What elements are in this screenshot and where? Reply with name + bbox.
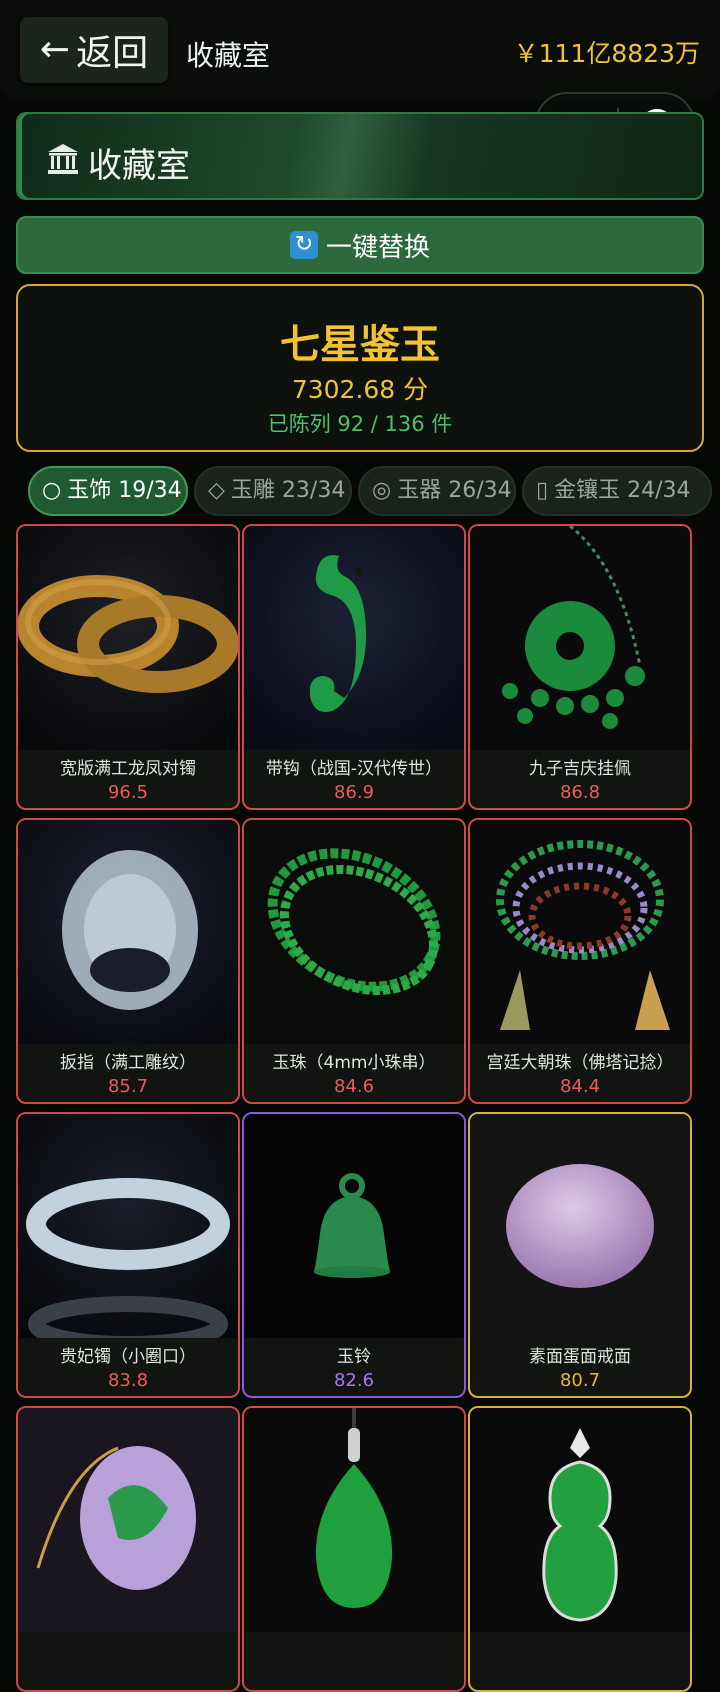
double-circle-icon: ◎ [372, 478, 392, 503]
cabochon-image [470, 1114, 690, 1338]
collection-item-card[interactable]: 宽版满工龙凤对镯 96.5 [16, 524, 240, 810]
item-score: 82.6 [333, 1370, 375, 1391]
collection-banner: 收藏室 [16, 112, 704, 200]
gourd-pendant-image [470, 1408, 690, 1632]
item-name: 扳指（满工雕纹） [60, 1053, 196, 1073]
collection-item-card[interactable]: 贵妃镯（小圈口） 83.8 [16, 1112, 240, 1398]
collection-item-card[interactable]: 宫廷大朝珠（佛塔记捻） 84.4 [468, 818, 692, 1104]
item-name: 宽版满工龙凤对镯 [60, 759, 196, 779]
item-score: 85.7 [107, 1076, 149, 1097]
banner-title: 收藏室 [88, 146, 190, 186]
item-score: 83.8 [107, 1370, 149, 1391]
thumb-ring-image [18, 820, 238, 1044]
belt-hook-image [244, 526, 464, 750]
item-score: 86.9 [333, 782, 375, 803]
circle-icon: ○ [42, 478, 62, 503]
jade-bell-image [244, 1114, 464, 1338]
collection-item-card[interactable] [16, 1406, 240, 1692]
tab-jade-vessels[interactable]: ◎ 玉器 26/34 [358, 466, 516, 516]
top-bar: ← 返回 收藏室 ￥111亿8823万 [0, 0, 720, 100]
item-name: 玉铃 [337, 1347, 371, 1367]
collection-item-card[interactable]: 玉珠（4mm小珠串） 84.6 [242, 818, 466, 1104]
diamond-icon: ◇ [208, 478, 225, 503]
dragon-pendant-image [18, 1408, 238, 1632]
court-beads-image [470, 820, 690, 1044]
score-summary-card: 七星鉴玉 7302.68 分 已陈列 92 / 136 件 [16, 284, 704, 452]
category-tabs: ○ 玉饰 19/34 ◇ 玉雕 23/34 ◎ 玉器 26/34 ▯ 金镶玉 24/34 [28, 466, 720, 516]
item-name: 贵妃镯（小圈口） [60, 1347, 196, 1367]
one-click-replace-button[interactable]: ↻ 一键替换 [16, 216, 704, 274]
item-score: 96.5 [107, 782, 149, 803]
item-score: 84.6 [333, 1076, 375, 1097]
item-name: 玉珠（4mm小珠串） [272, 1053, 436, 1073]
back-label: 返回 [76, 33, 149, 74]
back-button[interactable]: ← 返回 [20, 17, 168, 83]
teardrop-pendant-image [244, 1408, 464, 1632]
tab-jade-carvings[interactable]: ◇ 玉雕 23/34 [194, 466, 352, 516]
item-name: 带钩（战国-汉代传世） [265, 759, 443, 779]
collection-item-card[interactable]: 带钩（战国-汉代传世） 86.9 [242, 524, 466, 810]
total-score: 7302.68 分 [291, 375, 429, 404]
bead-strand-image [244, 820, 464, 1044]
balance-display: ￥111亿8823万 [513, 39, 700, 68]
pendant-set-image [470, 526, 690, 750]
refresh-icon: ↻ [289, 231, 318, 259]
exhibited-count: 已陈列 92 / 136 件 [267, 412, 453, 436]
item-score: 80.7 [559, 1370, 601, 1391]
replace-label: 一键替换 [325, 232, 430, 263]
bangle-image [18, 1114, 238, 1338]
page-title: 收藏室 [186, 39, 271, 72]
left-arrow-icon: ← [39, 29, 71, 70]
collection-item-card[interactable]: 玉铃 82.6 [242, 1112, 466, 1398]
bangle-pair-image [18, 526, 238, 750]
collection-item-card[interactable]: 九子吉庆挂佩 86.8 [468, 524, 692, 810]
collection-item-card[interactable]: 素面蛋面戒面 80.7 [468, 1112, 692, 1398]
rank-title: 七星鉴玉 [280, 322, 440, 368]
tab-gold-inlaid-jade[interactable]: ▯ 金镶玉 24/34 [522, 466, 712, 516]
collection-item-card[interactable] [242, 1406, 466, 1692]
bar-icon: ▯ [536, 478, 549, 503]
collection-item-card[interactable]: 扳指（满工雕纹） 85.7 [16, 818, 240, 1104]
item-score: 86.8 [559, 782, 601, 803]
item-score: 84.4 [559, 1076, 601, 1097]
museum-icon [48, 144, 78, 174]
collection-item-card[interactable] [468, 1406, 692, 1692]
tab-jade-ornaments[interactable]: ○ 玉饰 19/34 [28, 466, 188, 516]
item-name: 九子吉庆挂佩 [529, 759, 631, 779]
item-name: 素面蛋面戒面 [529, 1347, 631, 1367]
item-name: 宫廷大朝珠（佛塔记捻） [486, 1053, 674, 1073]
